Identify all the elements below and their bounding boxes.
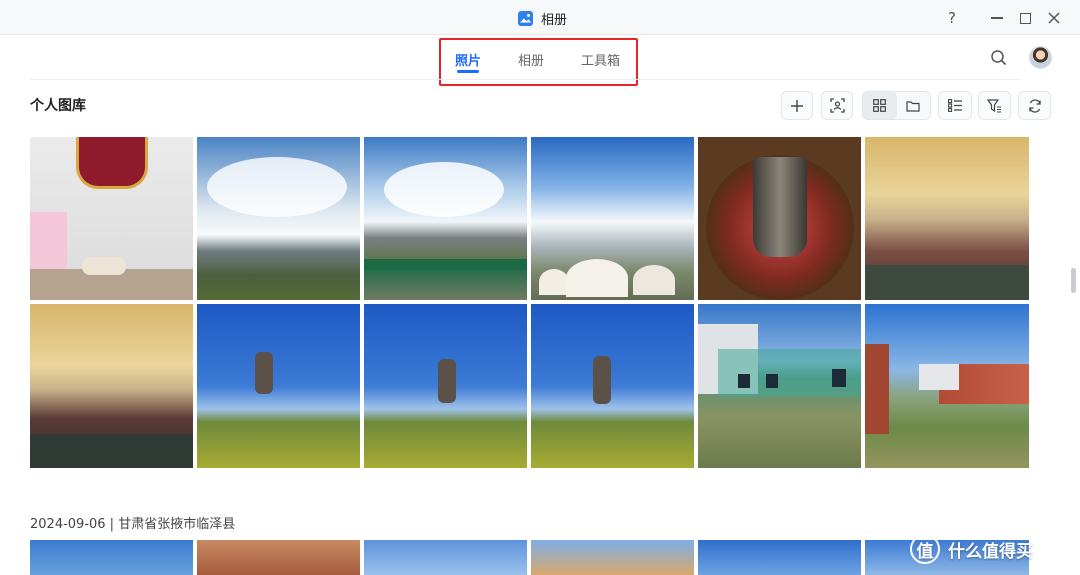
refresh-icon	[1028, 98, 1041, 113]
photos-app-icon	[518, 10, 533, 26]
folder-view-icon	[906, 100, 920, 112]
table-shape	[30, 434, 193, 468]
help-button[interactable]: ?	[941, 7, 963, 29]
yurt-shape	[539, 269, 569, 295]
photo-next-4[interactable]	[531, 540, 694, 575]
photo-next-2[interactable]	[197, 540, 360, 575]
grid-view-icon	[873, 99, 887, 112]
target-shape	[832, 369, 846, 387]
photo-cloud-fence[interactable]	[364, 137, 527, 300]
cabin-shape	[865, 344, 889, 434]
photo-hotpot[interactable]	[698, 137, 861, 300]
jumper-shape	[255, 352, 273, 394]
pink-box-shape	[30, 212, 67, 272]
tab-albums[interactable]: 相册	[518, 42, 544, 76]
photo-tent-dining-2[interactable]	[30, 304, 193, 468]
photo-jump-3[interactable]	[531, 304, 694, 468]
watermark-text: 什么值得买	[948, 541, 1033, 562]
table-shape	[865, 265, 1029, 300]
chimney-shape	[753, 157, 807, 257]
search-button[interactable]	[989, 48, 1009, 68]
banner-shape	[76, 137, 148, 189]
view-tabs: 照片 相册 工具箱	[442, 42, 620, 82]
minimize-icon	[991, 17, 1003, 19]
search-icon	[991, 50, 1007, 66]
minimize-button[interactable]	[986, 7, 1008, 29]
close-button[interactable]	[1043, 7, 1065, 29]
close-icon	[1048, 12, 1060, 24]
scrollbar-thumb[interactable]	[1071, 268, 1076, 293]
tab-toolbox[interactable]: 工具箱	[581, 42, 620, 76]
jumper-shape	[593, 356, 611, 404]
tab-photos[interactable]: 照片	[455, 42, 481, 76]
filter-button[interactable]	[978, 91, 1011, 120]
white-building-shape	[919, 364, 959, 390]
grid-view-button[interactable]	[863, 92, 897, 119]
photo-jump-2[interactable]	[364, 304, 527, 468]
window-title: 相册	[541, 12, 568, 28]
fence-shape	[364, 270, 527, 300]
photo-next-3[interactable]	[364, 540, 527, 575]
photo-next-1[interactable]	[30, 540, 193, 575]
section-divider	[30, 79, 1020, 80]
add-icon	[791, 99, 803, 112]
library-title: 个人图库	[30, 98, 86, 114]
folder-view-button[interactable]	[897, 92, 931, 119]
photo-jump-1[interactable]	[197, 304, 360, 468]
filter-icon	[987, 98, 1001, 113]
fence-rail-shape	[364, 259, 527, 270]
photo-cloud-mountains-1[interactable]	[197, 137, 360, 300]
yurt-shape	[633, 265, 675, 295]
target-shape	[766, 374, 778, 388]
watermark-logo: 值	[910, 534, 940, 564]
add-button[interactable]	[781, 91, 813, 120]
watermark: 值 什么值得买	[910, 534, 1070, 564]
app-title-group: 相册	[518, 8, 567, 28]
list-button[interactable]	[938, 91, 972, 120]
bag-shape	[82, 257, 126, 275]
photo-archery[interactable]	[698, 304, 861, 468]
photo-yurts[interactable]	[531, 137, 694, 300]
photo-next-5[interactable]	[698, 540, 861, 575]
cloud-shape	[384, 162, 504, 217]
photo-wall-banner[interactable]	[30, 137, 193, 300]
refresh-button[interactable]	[1018, 91, 1051, 120]
maximize-icon	[1019, 12, 1031, 24]
cloud-shape	[207, 157, 347, 217]
photo-cabins[interactable]	[865, 304, 1029, 468]
yurt-shape	[566, 259, 628, 297]
jumper-shape	[438, 359, 456, 403]
target-shape	[738, 374, 750, 388]
maximize-button[interactable]	[1014, 7, 1036, 29]
list-icon	[947, 99, 962, 112]
photo-tent-dining-1[interactable]	[865, 137, 1029, 300]
title-bar: 相册 ?	[0, 0, 1080, 35]
date-location-header: 2024-09-06 | 甘肃省张掖市临泽县	[30, 517, 236, 532]
view-mode-toggle	[862, 91, 931, 120]
face-scan-button[interactable]	[821, 91, 853, 120]
face-scan-icon	[829, 98, 845, 113]
avatar[interactable]	[1029, 46, 1052, 69]
